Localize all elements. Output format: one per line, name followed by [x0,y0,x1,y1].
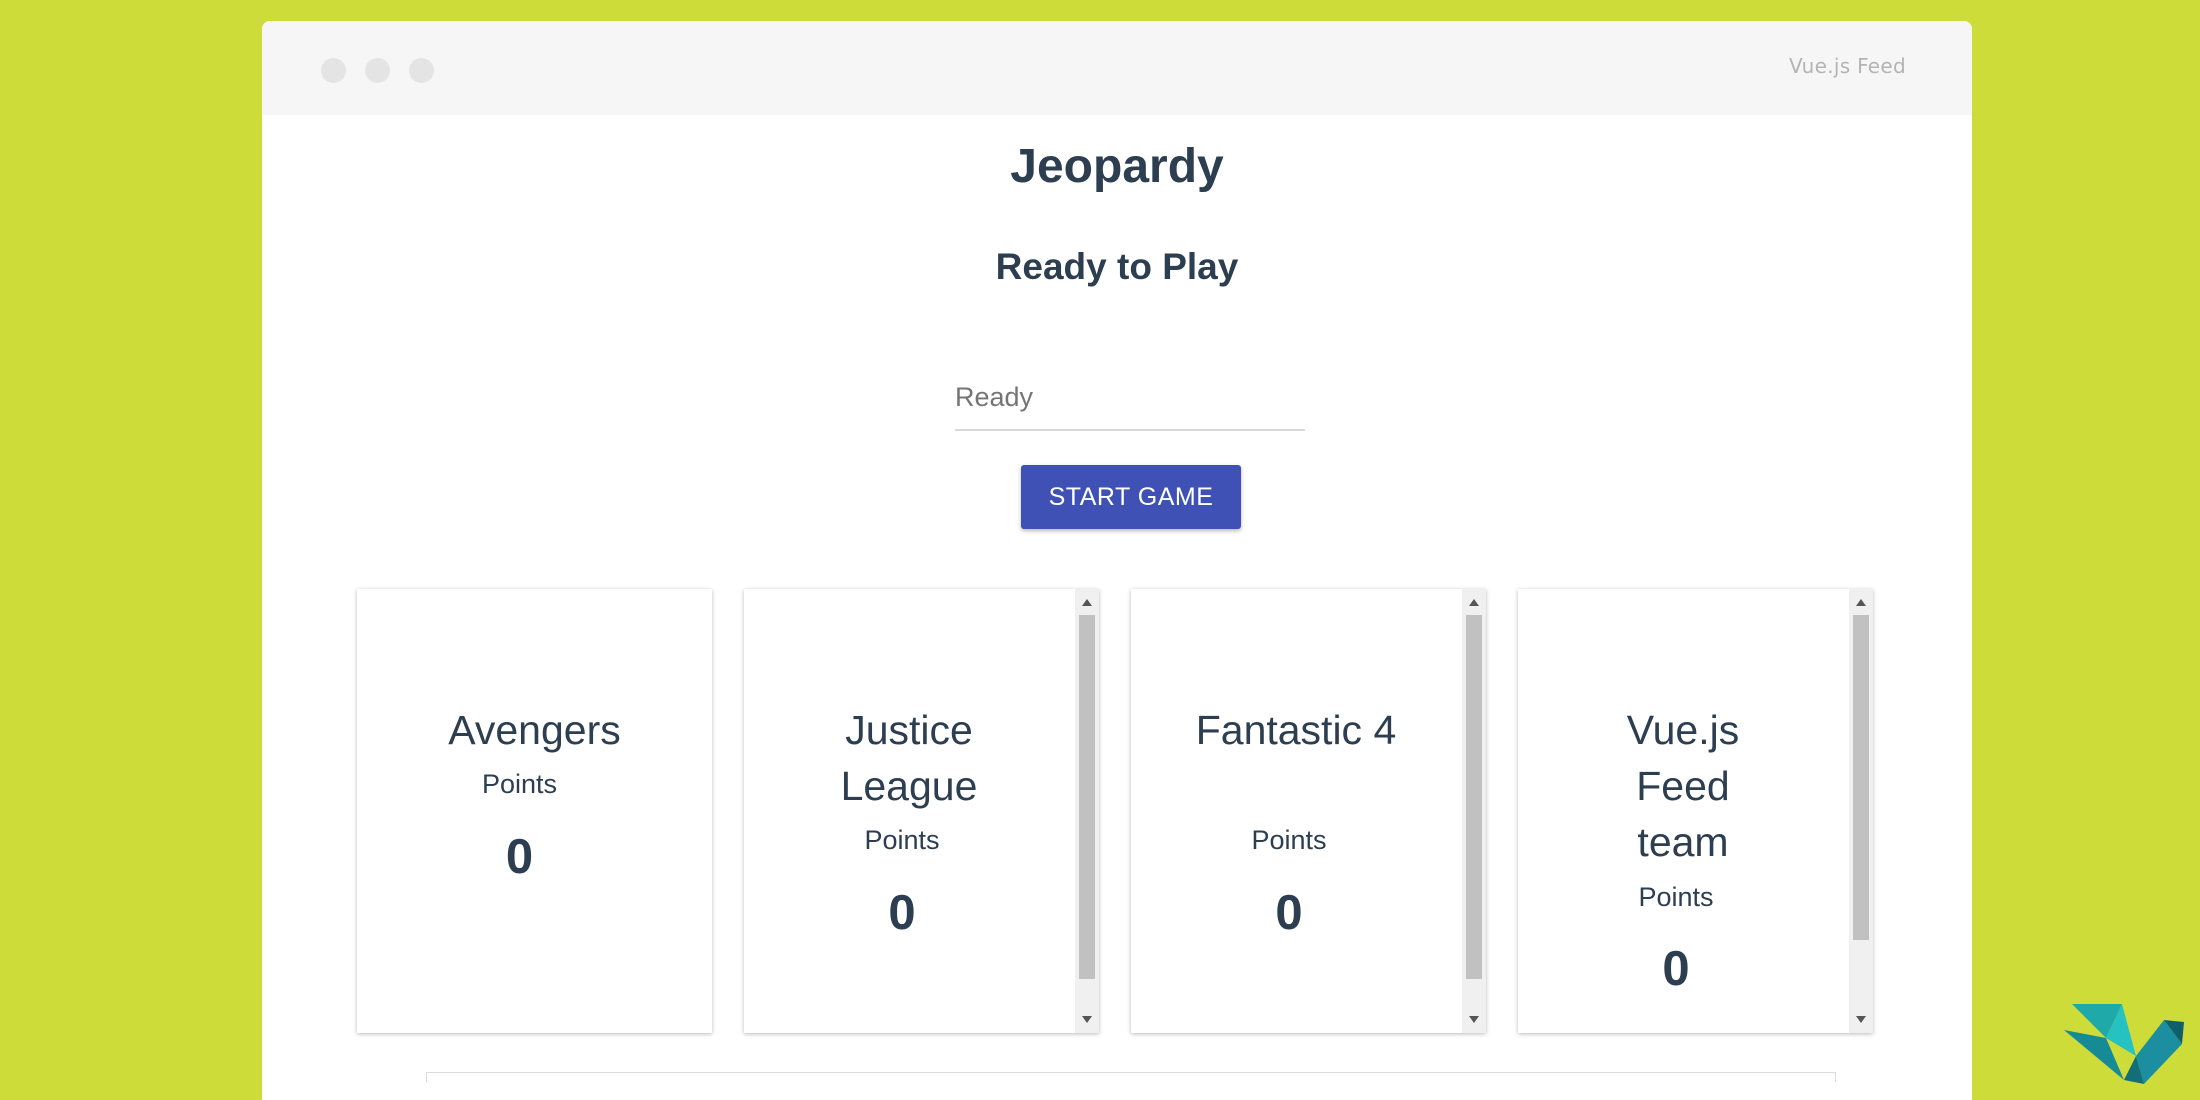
scroll-thumb[interactable] [1853,615,1869,940]
team-name: Fantastic 4 [1195,707,1397,753]
points-label: Points [864,825,940,855]
card-scrollbar[interactable] [1849,589,1873,1033]
points-label: Points [1251,825,1327,855]
browser-window: Vue.js Feed Jeopardy Ready to Play START… [262,21,1972,1100]
scroll-thumb[interactable] [1466,615,1482,979]
team-card-avengers: Avengers Points 0 [357,589,712,1033]
window-brand-label: Vue.js Feed [1788,54,1906,78]
ready-input[interactable] [955,365,1305,431]
start-game-button[interactable]: START GAME [1021,465,1241,529]
scroll-thumb[interactable] [1079,615,1095,979]
points-value: 0 [888,886,916,940]
points-value: 0 [505,830,534,884]
scroll-down-arrow-icon[interactable] [1082,1016,1092,1023]
scroll-up-arrow-icon[interactable] [1469,599,1479,606]
game-status-heading: Ready to Play [995,246,1239,287]
vuejs-feed-logo-icon [2064,1004,2184,1084]
scroll-down-arrow-icon[interactable] [1856,1016,1866,1023]
scroll-up-arrow-icon[interactable] [1856,599,1866,606]
content-divider [426,1072,1836,1082]
points-label: Points [481,769,558,799]
team-name: Vue.js Feed team [1626,707,1740,865]
points-value: 0 [1662,942,1690,996]
points-label: Points [1638,882,1714,912]
team-card-fantastic-4: Fantastic 4 Points 0 [1131,589,1486,1033]
window-close-dot-icon[interactable] [321,58,346,83]
card-scrollbar[interactable] [1462,589,1486,1033]
window-minimize-dot-icon[interactable] [365,58,390,83]
card-scrollbar[interactable] [1075,589,1099,1033]
team-card-vuejs-feed-team: Vue.js Feed team Points 0 [1518,589,1873,1033]
team-card-justice-league: Justice League Points 0 [744,589,1099,1033]
scroll-up-arrow-icon[interactable] [1082,599,1092,606]
team-name: Avengers [448,707,621,753]
window-maximize-dot-icon[interactable] [409,58,434,83]
points-value: 0 [1275,886,1303,940]
page-title: Jeopardy [1010,140,1224,193]
window-titlebar: Vue.js Feed [262,21,1972,115]
team-name: Justice League [840,707,978,809]
scroll-down-arrow-icon[interactable] [1469,1016,1479,1023]
